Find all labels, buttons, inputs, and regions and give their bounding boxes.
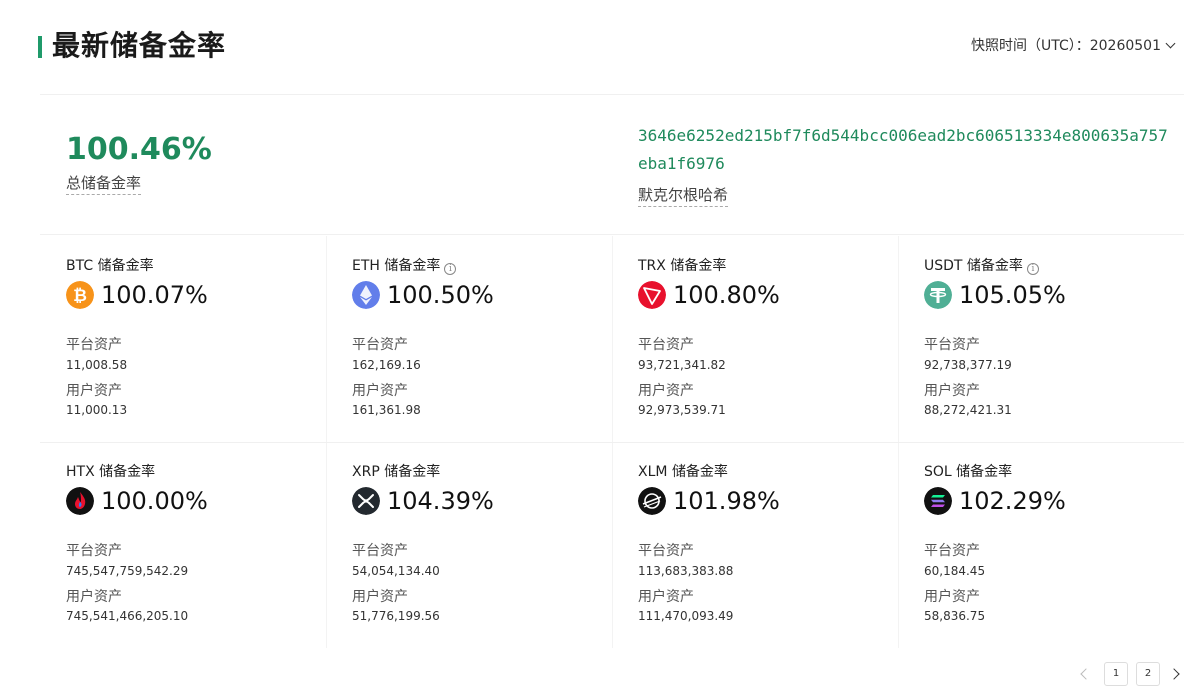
asset-rate: 104.39% [387,487,494,515]
chevron-right-icon[interactable] [1168,668,1180,680]
platform-assets-value: 113,683,383.88 [638,564,734,578]
asset-card-sol: SOL 储备金率 102.29% 平台资产 60,184.45 用户资产 58,… [898,442,1184,648]
platform-assets-label: 平台资产 [638,337,694,353]
asset-rate: 101.98% [673,487,780,515]
asset-card-xrp: XRP 储备金率 104.39% 平台资产 54,054,134.40 用户资产… [326,442,612,648]
asset-card-trx: TRX 储备金率 100.80% 平台资产 93,721,341.82 用户资产… [612,236,898,442]
pagination: 1 2 [1076,662,1186,686]
asset-rate: 100.07% [101,281,208,309]
total-reserve-section: 100.46% 总储备金率 [66,130,212,195]
user-assets-label: 用户资产 [638,383,694,399]
svg-text:₿: ₿ [73,286,87,306]
platform-assets-value: 93,721,341.82 [638,358,726,372]
btc-icon: ₿ [66,281,94,309]
snapshot-time-dropdown[interactable]: 快照时间（UTC）：20260501 [970,34,1176,58]
info-icon[interactable]: i [444,263,457,275]
asset-rate: 100.80% [673,281,780,309]
asset-title: TRX 储备金率 [638,258,727,274]
user-assets-value: 745,541,466,205.10 [66,609,189,623]
platform-assets-value: 745,547,759,542.29 [66,564,189,578]
user-assets-label: 用户资产 [352,383,408,399]
user-assets-value: 58,836.75 [924,609,986,623]
asset-title: USDT 储备金率 i [924,256,1039,276]
user-assets-value: 51,776,199.56 [352,609,440,623]
usdt-icon [924,281,952,309]
chevron-down-icon [1165,38,1176,49]
total-reserve-label[interactable]: 总储备金率 [66,172,142,195]
page-title: 最新储备金率 [52,29,227,62]
trx-icon [638,281,666,309]
user-assets-label: 用户资产 [352,589,408,605]
total-reserve-rate: 100.46% [66,132,212,167]
xlm-icon [638,487,666,515]
platform-assets-label: 平台资产 [66,543,122,559]
info-icon[interactable]: i [1026,263,1039,275]
asset-card-htx: HTX 储备金率 100.00% 平台资产 745,547,759,542.29… [40,442,326,648]
page-button-1[interactable]: 1 [1104,662,1128,686]
asset-reserve-grid: BTC 储备金率 ₿ 100.07% 平台资产 11,008.58 用户资产 1… [40,236,1184,648]
asset-title: SOL 储备金率 [924,464,1013,480]
asset-title: BTC 储备金率 [66,258,154,274]
asset-rate: 105.05% [959,281,1066,309]
snapshot-value: 20260501 [1089,38,1161,54]
asset-title: XRP 储备金率 [352,464,441,480]
asset-card-usdt: USDT 储备金率 i 105.05% 平台资产 92,738,377.19 用户… [898,236,1184,442]
divider [40,234,1184,235]
asset-title: ETH 储备金率 i [352,256,457,276]
htx-icon [66,487,94,515]
divider [40,94,1184,95]
snapshot-label: 快照时间（UTC）： [970,38,1090,54]
platform-assets-value: 162,169.16 [352,358,421,372]
user-assets-value: 88,272,421.31 [924,403,1012,417]
user-assets-value: 111,470,093.49 [638,609,734,623]
asset-rate: 102.29% [959,487,1066,515]
sol-icon [924,487,952,515]
platform-assets-label: 平台资产 [924,543,980,559]
platform-assets-label: 平台资产 [924,337,980,353]
platform-assets-value: 11,008.58 [66,358,128,372]
asset-rate: 100.50% [387,281,494,309]
page-header: 最新储备金率 快照时间（UTC）：20260501 [38,28,1188,64]
chevron-left-icon[interactable] [1080,668,1092,680]
merkle-root-section: 3646e6252ed215bf7f6d544bcc006ead2bc60651… [638,122,1168,207]
merkle-root-label[interactable]: 默克尔根哈希 [638,184,729,207]
user-assets-value: 161,361.98 [352,403,421,417]
merkle-root-hash: 3646e6252ed215bf7f6d544bcc006ead2bc60651… [638,126,1168,173]
user-assets-label: 用户资产 [924,383,980,399]
title-accent-bar [38,36,42,58]
asset-card-eth: ETH 储备金率 i 100.50% 平台资产 162,169.16 用户资产 1… [326,236,612,442]
xrp-icon [352,487,380,515]
platform-assets-value: 54,054,134.40 [352,564,440,578]
platform-assets-label: 平台资产 [638,543,694,559]
asset-card-xlm: XLM 储备金率 101.98% 平台资产 113,683,383.88 用户资… [612,442,898,648]
user-assets-label: 用户资产 [638,589,694,605]
platform-assets-label: 平台资产 [66,337,122,353]
asset-title: XLM 储备金率 [638,464,728,480]
user-assets-label: 用户资产 [66,589,122,605]
user-assets-value: 92,973,539.71 [638,403,726,417]
asset-title: HTX 储备金率 [66,464,156,480]
platform-assets-label: 平台资产 [352,337,408,353]
user-assets-value: 11,000.13 [66,403,128,417]
user-assets-label: 用户资产 [66,383,122,399]
user-assets-label: 用户资产 [924,589,980,605]
eth-icon [352,281,380,309]
asset-card-btc: BTC 储备金率 ₿ 100.07% 平台资产 11,008.58 用户资产 1… [40,236,326,442]
platform-assets-label: 平台资产 [352,543,408,559]
platform-assets-value: 92,738,377.19 [924,358,1012,372]
page-button-2[interactable]: 2 [1136,662,1160,686]
platform-assets-value: 60,184.45 [924,564,986,578]
asset-rate: 100.00% [101,487,208,515]
